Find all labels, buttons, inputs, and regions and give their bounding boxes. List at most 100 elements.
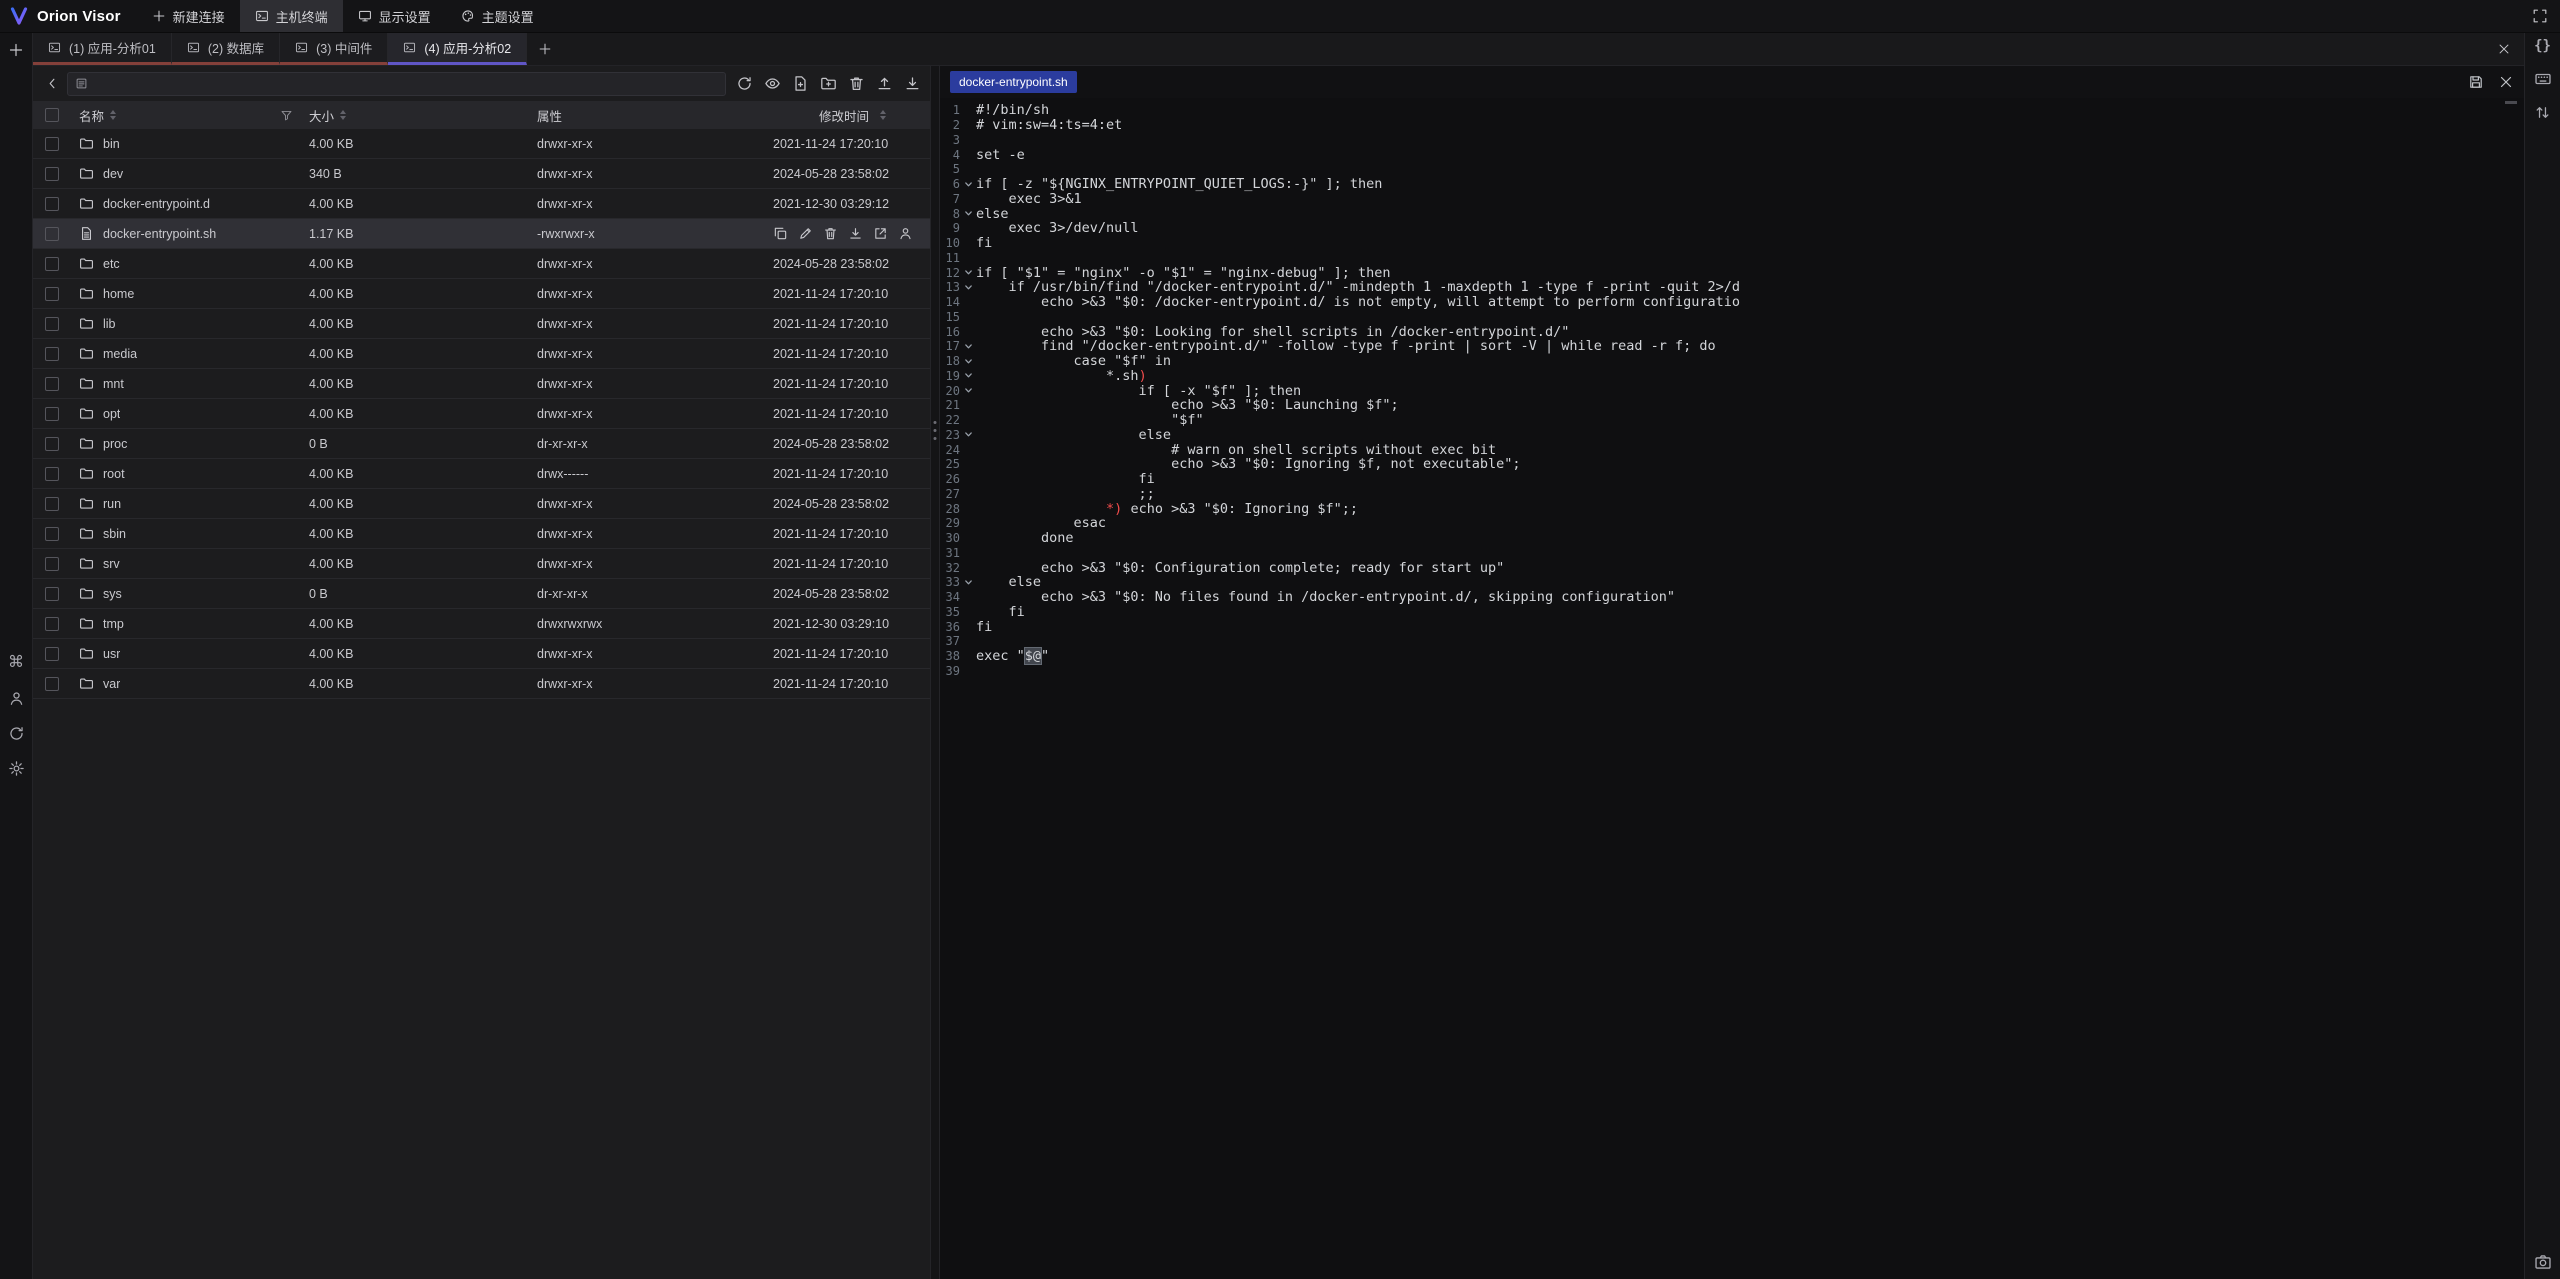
delete-icon[interactable]: [823, 226, 838, 241]
row-name[interactable]: opt: [71, 406, 301, 421]
table-row[interactable]: dev340 Bdrwxr-xr-x2024-05-28 23:58:02: [33, 159, 930, 189]
settings-gear-icon[interactable]: [7, 759, 25, 777]
table-row[interactable]: usr4.00 KBdrwxr-xr-x2021-11-24 17:20:10: [33, 639, 930, 669]
row-checkbox[interactable]: [45, 677, 59, 691]
table-row[interactable]: proc0 Bdr-xr-xr-x2024-05-28 23:58:02: [33, 429, 930, 459]
copy-icon[interactable]: [773, 226, 788, 241]
row-name[interactable]: dev: [71, 166, 301, 181]
row-name[interactable]: media: [71, 346, 301, 361]
swap-vertical-icon[interactable]: [2534, 103, 2552, 121]
row-checkbox[interactable]: [45, 167, 59, 181]
snippets-braces-icon[interactable]: {}: [2534, 37, 2552, 55]
row-checkbox[interactable]: [45, 437, 59, 451]
table-row[interactable]: home4.00 KBdrwxr-xr-x2021-11-24 17:20:10: [33, 279, 930, 309]
fold-chevron-icon[interactable]: [960, 386, 976, 395]
fold-chevron-icon[interactable]: [960, 209, 976, 218]
tab-database[interactable]: (2) 数据库: [172, 33, 280, 65]
row-name[interactable]: mnt: [71, 376, 301, 391]
download-icon[interactable]: [904, 75, 921, 92]
row-checkbox[interactable]: [45, 257, 59, 271]
table-row[interactable]: media4.00 KBdrwxr-xr-x2021-11-24 17:20:1…: [33, 339, 930, 369]
scrollbar-mark[interactable]: [2505, 101, 2517, 104]
fold-chevron-icon[interactable]: [960, 357, 976, 366]
row-checkbox[interactable]: [45, 377, 59, 391]
table-row[interactable]: var4.00 KBdrwxr-xr-x2021-11-24 17:20:10: [33, 669, 930, 699]
menu-host-terminal[interactable]: 主机终端: [240, 0, 343, 32]
fold-chevron-icon[interactable]: [960, 578, 976, 587]
upload-icon[interactable]: [876, 75, 893, 92]
row-name[interactable]: docker-entrypoint.sh: [71, 226, 301, 241]
column-header-name[interactable]: 名称: [79, 106, 104, 125]
row-checkbox[interactable]: [45, 197, 59, 211]
table-row[interactable]: root4.00 KBdrwx------2021-11-24 17:20:10: [33, 459, 930, 489]
row-checkbox[interactable]: [45, 467, 59, 481]
column-header-mtime[interactable]: 修改时间: [819, 106, 869, 125]
row-checkbox[interactable]: [45, 587, 59, 601]
command-icon[interactable]: ⌘: [7, 654, 25, 672]
row-checkbox[interactable]: [45, 227, 59, 241]
new-folder-icon[interactable]: [820, 75, 837, 92]
table-row[interactable]: opt4.00 KBdrwxr-xr-x2021-11-24 17:20:10: [33, 399, 930, 429]
add-tab-button[interactable]: [527, 33, 563, 65]
sort-mtime-icon[interactable]: [880, 110, 886, 120]
filter-icon[interactable]: [280, 109, 293, 122]
code-editor[interactable]: 1#!/bin/sh2# vim:sw=4:ts=4:et34set -e56i…: [940, 98, 2524, 1279]
save-icon[interactable]: [2468, 74, 2484, 90]
table-row[interactable]: etc4.00 KBdrwxr-xr-x2024-05-28 23:58:02: [33, 249, 930, 279]
row-checkbox[interactable]: [45, 527, 59, 541]
fullscreen-icon[interactable]: [2520, 0, 2560, 32]
row-name[interactable]: sys: [71, 586, 301, 601]
row-name[interactable]: srv: [71, 556, 301, 571]
row-checkbox[interactable]: [45, 617, 59, 631]
row-name[interactable]: lib: [71, 316, 301, 331]
table-row[interactable]: srv4.00 KBdrwxr-xr-x2021-11-24 17:20:10: [33, 549, 930, 579]
table-row[interactable]: lib4.00 KBdrwxr-xr-x2021-11-24 17:20:10: [33, 309, 930, 339]
row-checkbox[interactable]: [45, 557, 59, 571]
fold-chevron-icon[interactable]: [960, 180, 976, 189]
row-name[interactable]: docker-entrypoint.d: [71, 196, 301, 211]
tab-app-analysis-01[interactable]: (1) 应用-分析01: [33, 33, 172, 65]
row-checkbox[interactable]: [45, 137, 59, 151]
fold-chevron-icon[interactable]: [960, 342, 976, 351]
row-name[interactable]: usr: [71, 646, 301, 661]
row-name[interactable]: sbin: [71, 526, 301, 541]
fold-chevron-icon[interactable]: [960, 430, 976, 439]
menu-display-settings[interactable]: 显示设置: [343, 0, 446, 32]
add-connection-icon[interactable]: [7, 41, 25, 59]
back-icon[interactable]: [41, 73, 63, 95]
move-icon[interactable]: [873, 226, 888, 241]
panel-splitter[interactable]: [930, 66, 940, 1279]
sort-size-icon[interactable]: [340, 110, 346, 120]
row-name[interactable]: bin: [71, 136, 301, 151]
new-file-icon[interactable]: [792, 75, 809, 92]
row-checkbox[interactable]: [45, 287, 59, 301]
trash-icon[interactable]: [848, 75, 865, 92]
menu-theme-settings[interactable]: 主题设置: [446, 0, 549, 32]
row-checkbox[interactable]: [45, 347, 59, 361]
row-name[interactable]: home: [71, 286, 301, 301]
row-checkbox[interactable]: [45, 407, 59, 421]
row-name[interactable]: etc: [71, 256, 301, 271]
row-checkbox[interactable]: [45, 497, 59, 511]
close-editor-icon[interactable]: [2498, 74, 2514, 90]
tab-app-analysis-02[interactable]: (4) 应用-分析02: [388, 33, 527, 65]
row-name[interactable]: proc: [71, 436, 301, 451]
sync-icon[interactable]: [7, 724, 25, 742]
table-row[interactable]: bin4.00 KBdrwxr-xr-x2021-11-24 17:20:10: [33, 129, 930, 159]
edit-icon[interactable]: [798, 226, 813, 241]
row-name[interactable]: var: [71, 676, 301, 691]
editor-file-tab[interactable]: docker-entrypoint.sh: [950, 71, 1077, 93]
row-name[interactable]: tmp: [71, 616, 301, 631]
fold-chevron-icon[interactable]: [960, 371, 976, 380]
table-row[interactable]: sys0 Bdr-xr-xr-x2024-05-28 23:58:02: [33, 579, 930, 609]
table-row[interactable]: tmp4.00 KBdrwxrwxrwx2021-12-30 03:29:10: [33, 609, 930, 639]
screenshot-camera-icon[interactable]: [2534, 1253, 2552, 1271]
table-row[interactable]: docker-entrypoint.d4.00 KBdrwxr-xr-x2021…: [33, 189, 930, 219]
tab-middleware[interactable]: (3) 中间件: [280, 33, 388, 65]
download-icon[interactable]: [848, 226, 863, 241]
close-icon[interactable]: [2484, 33, 2524, 65]
table-row[interactable]: sbin4.00 KBdrwxr-xr-x2021-11-24 17:20:10: [33, 519, 930, 549]
path-input[interactable]: [94, 77, 718, 91]
table-row[interactable]: run4.00 KBdrwxr-xr-x2024-05-28 23:58:02: [33, 489, 930, 519]
select-all-checkbox[interactable]: [45, 108, 59, 122]
